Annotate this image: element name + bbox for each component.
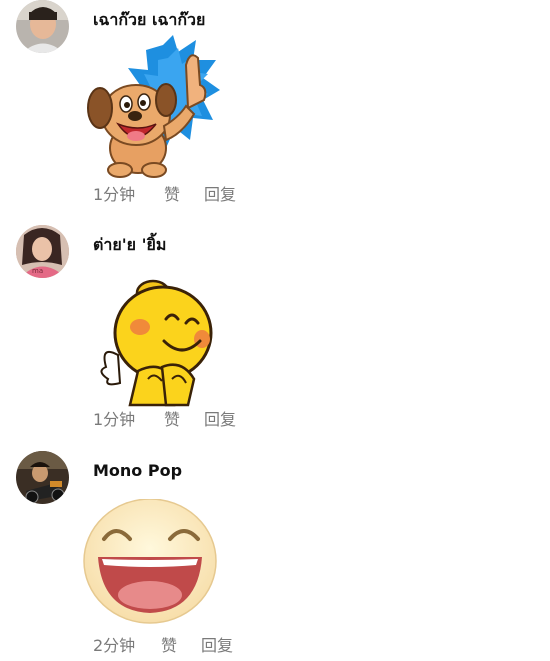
comment-author[interactable]: ต่าย'ย 'ยิ้ม (93, 235, 166, 255)
comment-author[interactable]: เฉาก๊วย เฉาก๊วย (93, 10, 205, 30)
like-button[interactable]: 赞 (161, 636, 177, 656)
avatar[interactable] (16, 451, 69, 504)
yellow-bear-blushing-sticker (78, 275, 228, 407)
like-button[interactable]: 赞 (164, 185, 180, 205)
reply-button[interactable]: 回复 (204, 185, 236, 205)
comment-time: 2分钟 (93, 636, 136, 655)
comment-item: ma ต่าย'ย 'ยิ้ม 1分钟 赞 回复 (0, 225, 550, 435)
laughing-face-emoji (78, 498, 228, 629)
dog-thumbs-up-sticker (78, 30, 228, 180)
comment-actions: 2分钟 赞 回复 (93, 636, 293, 656)
reply-button[interactable]: 回复 (204, 410, 236, 430)
reply-button[interactable]: 回复 (201, 636, 233, 656)
comment-actions: 1分钟 赞 回复 (93, 185, 293, 205)
comment-time: 1分钟 (93, 185, 136, 204)
avatar[interactable] (16, 0, 69, 53)
like-button[interactable]: 赞 (164, 410, 180, 430)
comment-actions: 1分钟 赞 回复 (93, 410, 293, 430)
svg-text:ma: ma (32, 267, 43, 275)
avatar[interactable]: ma (16, 225, 69, 278)
comment-author[interactable]: Mono Pop (93, 461, 182, 481)
comment-item: เฉาก๊วย เฉาก๊วย 1分钟 赞 回复 (0, 0, 550, 215)
comment-item: Mono Pop 2分钟 赞 回复 (0, 451, 550, 661)
comment-time: 1分钟 (93, 410, 136, 429)
